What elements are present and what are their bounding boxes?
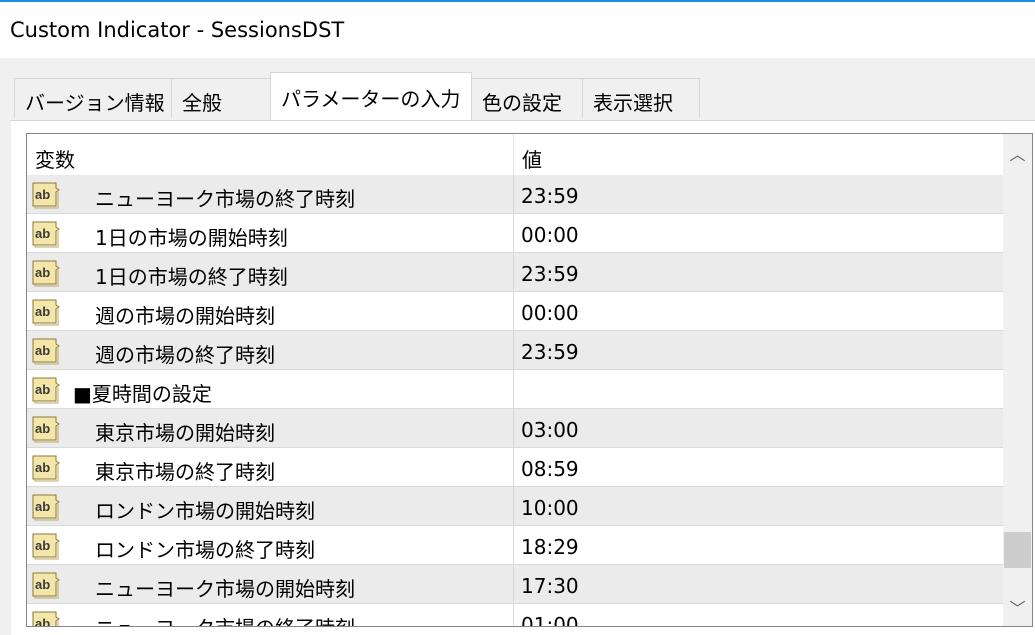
string-parameter-icon: ab: [31, 531, 61, 560]
tab-colors[interactable]: 色の設定: [471, 78, 583, 118]
string-parameter-icon: ab: [31, 375, 61, 404]
variable-name: ニューヨーク市場の終了時刻: [95, 612, 355, 626]
svg-text:ab: ab: [35, 499, 50, 514]
tab-visualization[interactable]: 表示選択: [582, 78, 700, 118]
table-row[interactable]: ab ロンドン市場の開始時刻 10:00: [27, 487, 1003, 526]
value-cell[interactable]: [514, 370, 1003, 408]
variable-cell: ab 東京市場の終了時刻: [27, 448, 514, 486]
column-header-value[interactable]: 値: [514, 134, 1003, 175]
tab-general[interactable]: 全般: [171, 78, 271, 118]
svg-text:ab: ab: [35, 187, 50, 202]
string-parameter-icon: ab: [31, 258, 61, 287]
variable-name: 1日の市場の終了時刻: [95, 265, 288, 289]
variable-name: 1日の市場の開始時刻: [95, 226, 288, 250]
variable-cell: ab ニューヨーク市場の開始時刻: [27, 565, 514, 603]
table-row[interactable]: ab 東京市場の開始時刻 03:00: [27, 409, 1003, 448]
vertical-scrollbar[interactable]: ︿ ﹀: [1003, 134, 1032, 626]
variable-cell: ab 週の市場の終了時刻: [27, 331, 514, 369]
variable-name: 週の市場の開始時刻: [95, 304, 275, 328]
scroll-up-button[interactable]: ︿: [1003, 138, 1032, 172]
table-row[interactable]: ab ニューヨーク市場の終了時刻 23:59: [27, 175, 1003, 214]
string-parameter-icon: ab: [31, 180, 61, 209]
list-header: 変数 値: [27, 134, 1003, 175]
tab-strip: バージョン情報 全般 パラメーターの入力 色の設定 表示選択: [14, 72, 1014, 122]
tab-version-info[interactable]: バージョン情報: [14, 78, 172, 118]
value-cell[interactable]: 23:59: [514, 175, 1003, 213]
variable-cell: ab ロンドン市場の終了時刻: [27, 526, 514, 564]
string-parameter-icon: ab: [31, 336, 61, 365]
svg-text:ab: ab: [35, 343, 50, 358]
string-parameter-icon: ab: [31, 219, 61, 248]
variable-name: 東京市場の終了時刻: [95, 460, 275, 484]
variable-cell: ab ニューヨーク市場の終了時刻: [27, 604, 514, 627]
table-row[interactable]: ab ニューヨーク市場の開始時刻 17:30: [27, 565, 1003, 604]
tab-input-parameters[interactable]: パラメーターの入力: [270, 72, 472, 120]
svg-text:ab: ab: [35, 226, 50, 241]
svg-text:ab: ab: [35, 421, 50, 436]
string-parameter-icon: ab: [31, 297, 61, 326]
dialog-window: Custom Indicator - SessionsDST バージョン情報 全…: [0, 0, 1035, 635]
variable-name: ロンドン市場の終了時刻: [95, 538, 315, 562]
value-cell[interactable]: 18:29: [514, 526, 1003, 564]
string-parameter-icon: ab: [31, 492, 61, 521]
value-cell[interactable]: 23:59: [514, 331, 1003, 369]
value-cell[interactable]: 01:00: [514, 604, 1003, 626]
svg-text:ab: ab: [35, 577, 50, 592]
svg-text:ab: ab: [35, 616, 50, 627]
table-row[interactable]: ab ロンドン市場の終了時刻 18:29: [27, 526, 1003, 565]
svg-text:ab: ab: [35, 304, 50, 319]
scroll-down-button[interactable]: ﹀: [1003, 592, 1032, 626]
variable-name: ニューヨーク市場の開始時刻: [95, 577, 355, 601]
variable-cell: ab ロンドン市場の開始時刻: [27, 487, 514, 525]
string-parameter-icon: ab: [31, 570, 61, 599]
scroll-thumb[interactable]: [1004, 532, 1031, 568]
variable-cell: ab 1日の市場の終了時刻: [27, 253, 514, 291]
variable-cell: ab 東京市場の開始時刻: [27, 409, 514, 447]
variable-cell: ab 週の市場の開始時刻: [27, 292, 514, 330]
table-row[interactable]: ab 東京市場の終了時刻 08:59: [27, 448, 1003, 487]
table-row[interactable]: ab 1日の市場の終了時刻 23:59: [27, 253, 1003, 292]
value-cell[interactable]: 03:00: [514, 409, 1003, 447]
value-cell[interactable]: 00:00: [514, 292, 1003, 330]
string-parameter-icon: ab: [31, 414, 61, 443]
column-header-variable[interactable]: 変数: [27, 134, 514, 175]
variable-name: ロンドン市場の開始時刻: [95, 499, 315, 523]
title-bar[interactable]: Custom Indicator - SessionsDST: [0, 2, 1035, 58]
value-cell[interactable]: 17:30: [514, 565, 1003, 603]
svg-text:ab: ab: [35, 382, 50, 397]
value-cell[interactable]: 08:59: [514, 448, 1003, 486]
variable-name: 東京市場の開始時刻: [95, 421, 275, 445]
list-rows: ab ニューヨーク市場の終了時刻 23:59 ab 1日の市場の開始時刻 00:00 ab 1…: [27, 175, 1003, 627]
value-cell[interactable]: 23:59: [514, 253, 1003, 291]
svg-text:ab: ab: [35, 460, 50, 475]
variable-cell: ab ニューヨーク市場の終了時刻: [27, 175, 514, 213]
svg-text:ab: ab: [35, 538, 50, 553]
variable-cell: ab 1日の市場の開始時刻: [27, 214, 514, 252]
table-row[interactable]: ab ニューヨーク市場の終了時刻 01:00: [27, 604, 1003, 627]
string-parameter-icon: ab: [31, 609, 61, 627]
variable-cell: ab ■夏時間の設定: [27, 370, 514, 408]
parameters-list[interactable]: 変数 値 ab ニューヨーク市場の終了時刻 23:59 ab 1日の市場の開始時刻 00:…: [26, 133, 1033, 627]
table-row[interactable]: ab ■夏時間の設定: [27, 370, 1003, 409]
variable-name: ニューヨーク市場の終了時刻: [95, 187, 355, 211]
value-cell[interactable]: 00:00: [514, 214, 1003, 252]
variable-name: 週の市場の終了時刻: [95, 343, 275, 367]
window-title: Custom Indicator - SessionsDST: [10, 18, 345, 42]
table-row[interactable]: ab 1日の市場の開始時刻 00:00: [27, 214, 1003, 253]
table-row[interactable]: ab 週の市場の終了時刻 23:59: [27, 331, 1003, 370]
string-parameter-icon: ab: [31, 453, 61, 482]
variable-name: ■夏時間の設定: [73, 382, 212, 406]
table-row[interactable]: ab 週の市場の開始時刻 00:00: [27, 292, 1003, 331]
value-cell[interactable]: 10:00: [514, 487, 1003, 525]
svg-text:ab: ab: [35, 265, 50, 280]
